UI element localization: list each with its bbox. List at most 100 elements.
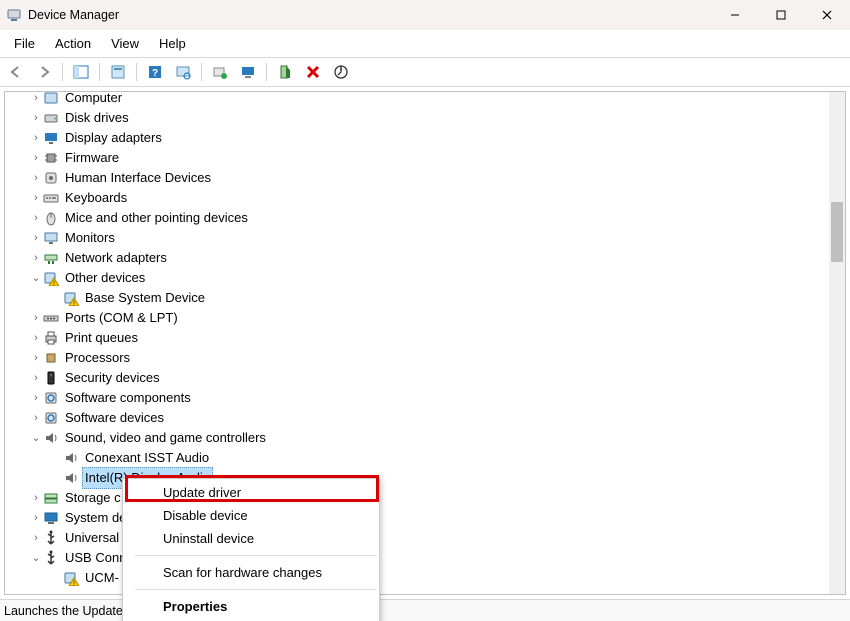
sound-icon xyxy=(63,450,79,466)
maximize-button[interactable] xyxy=(758,0,804,30)
menu-help[interactable]: Help xyxy=(149,32,196,55)
context-menu: Update driverDisable deviceUninstall dev… xyxy=(122,478,380,621)
remote-computer-button[interactable] xyxy=(236,60,260,84)
tree-row[interactable]: › Computer xyxy=(5,92,829,108)
tree-row[interactable]: ⌄ Other devices xyxy=(5,268,829,288)
monitor-icon xyxy=(43,230,59,246)
warning-icon xyxy=(63,570,79,586)
titlebar[interactable]: Device Manager xyxy=(0,0,850,30)
tree-row-label: Universal xyxy=(65,528,119,548)
menu-action[interactable]: Action xyxy=(45,32,101,55)
context-menu-item[interactable]: Uninstall device xyxy=(123,527,379,550)
expand-icon[interactable]: › xyxy=(29,408,43,428)
tree-row[interactable]: ›Processors xyxy=(5,348,829,368)
context-menu-item[interactable]: Update driver xyxy=(123,481,379,504)
menu-separator xyxy=(135,589,377,590)
separator xyxy=(62,63,63,81)
tree-row[interactable]: Conexant ISST Audio xyxy=(5,448,829,468)
sound-icon xyxy=(43,430,59,446)
expand-icon[interactable]: › xyxy=(29,228,43,248)
tree-row[interactable]: ›Print queues xyxy=(5,328,829,348)
enable-device-button[interactable] xyxy=(273,60,297,84)
collapse-icon[interactable]: ⌄ xyxy=(29,548,43,568)
show-console-tree-button[interactable] xyxy=(69,60,93,84)
separator xyxy=(201,63,202,81)
expand-icon[interactable]: › xyxy=(29,308,43,328)
scrollbar-thumb[interactable] xyxy=(831,202,843,262)
tree-row[interactable]: ›Human Interface Devices xyxy=(5,168,829,188)
tree-row-label: Security devices xyxy=(65,368,160,388)
tree-row[interactable]: › Keyboards xyxy=(5,188,829,208)
forward-button[interactable] xyxy=(32,60,56,84)
mouse-icon xyxy=(43,210,59,226)
tree-row-label: Network adapters xyxy=(65,248,167,268)
menu-file[interactable]: File xyxy=(4,32,45,55)
tree-row[interactable]: › Ports (COM & LPT) xyxy=(5,308,829,328)
tree-row-label: Mice and other pointing devices xyxy=(65,208,248,228)
tree-row-label: Conexant ISST Audio xyxy=(85,448,209,468)
expand-icon[interactable]: › xyxy=(29,528,43,548)
close-button[interactable] xyxy=(804,0,850,30)
scan-hardware-button[interactable] xyxy=(171,60,195,84)
tree-row-label: Software devices xyxy=(65,408,164,428)
uninstall-device-button[interactable] xyxy=(301,60,325,84)
tree-row[interactable]: › Display adapters xyxy=(5,128,829,148)
help-button[interactable]: ? xyxy=(143,60,167,84)
svg-text:?: ? xyxy=(152,68,158,79)
tree-row[interactable]: ›Disk drives xyxy=(5,108,829,128)
warning-icon xyxy=(63,290,79,306)
tree-row-label: Base System Device xyxy=(85,288,205,308)
tree-row-label: Computer xyxy=(65,92,122,108)
back-button[interactable] xyxy=(4,60,28,84)
tree-row[interactable]: ⌄Sound, video and game controllers xyxy=(5,428,829,448)
scan-changes-button[interactable] xyxy=(329,60,353,84)
storage-icon xyxy=(43,490,59,506)
expand-icon[interactable]: › xyxy=(29,188,43,208)
minimize-button[interactable] xyxy=(712,0,758,30)
tree-row[interactable]: › Software devices xyxy=(5,408,829,428)
tree-row[interactable]: ›Software components xyxy=(5,388,829,408)
expand-icon[interactable]: › xyxy=(29,148,43,168)
context-menu-item[interactable]: Properties xyxy=(123,595,379,618)
context-menu-item[interactable]: Disable device xyxy=(123,504,379,527)
expand-icon[interactable]: › xyxy=(29,328,43,348)
menu-view[interactable]: View xyxy=(101,32,149,55)
expand-icon[interactable]: › xyxy=(29,508,43,528)
update-driver-button[interactable] xyxy=(208,60,232,84)
collapse-icon[interactable]: ⌄ xyxy=(29,268,43,288)
expand-icon[interactable]: › xyxy=(29,168,43,188)
context-menu-item[interactable]: Scan for hardware changes xyxy=(123,561,379,584)
expand-icon[interactable]: › xyxy=(29,128,43,148)
tree-row-label: Storage c xyxy=(65,488,121,508)
tree-row[interactable]: › Firmware xyxy=(5,148,829,168)
expand-icon[interactable]: › xyxy=(29,388,43,408)
properties-button[interactable] xyxy=(106,60,130,84)
expand-icon[interactable]: › xyxy=(29,488,43,508)
toolbar: ? xyxy=(0,57,850,87)
tree-row[interactable]: › Network adapters xyxy=(5,248,829,268)
software-icon xyxy=(43,390,59,406)
tree-row-label: Keyboards xyxy=(65,188,127,208)
tree-row[interactable]: › Security devices xyxy=(5,368,829,388)
app-icon xyxy=(6,7,22,23)
tree-row-label: Display adapters xyxy=(65,128,162,148)
expand-icon[interactable]: › xyxy=(29,348,43,368)
separator xyxy=(99,63,100,81)
collapse-icon[interactable]: ⌄ xyxy=(29,428,43,448)
expand-icon[interactable]: › xyxy=(29,368,43,388)
tree-row-label: Firmware xyxy=(65,148,119,168)
expand-icon[interactable]: › xyxy=(29,108,43,128)
separator xyxy=(136,63,137,81)
tree-row-label: Other devices xyxy=(65,268,145,288)
tree-row-label: UCM- xyxy=(85,568,119,588)
separator xyxy=(266,63,267,81)
vertical-scrollbar[interactable] xyxy=(829,92,845,594)
tree-row[interactable]: ›Monitors xyxy=(5,228,829,248)
expand-icon[interactable]: › xyxy=(29,248,43,268)
display-icon xyxy=(43,130,59,146)
tree-row[interactable]: Base System Device xyxy=(5,288,829,308)
expand-icon[interactable]: › xyxy=(29,208,43,228)
expand-icon[interactable]: › xyxy=(29,92,43,108)
tree-row[interactable]: › Mice and other pointing devices xyxy=(5,208,829,228)
tree-row-label: Ports (COM & LPT) xyxy=(65,308,178,328)
